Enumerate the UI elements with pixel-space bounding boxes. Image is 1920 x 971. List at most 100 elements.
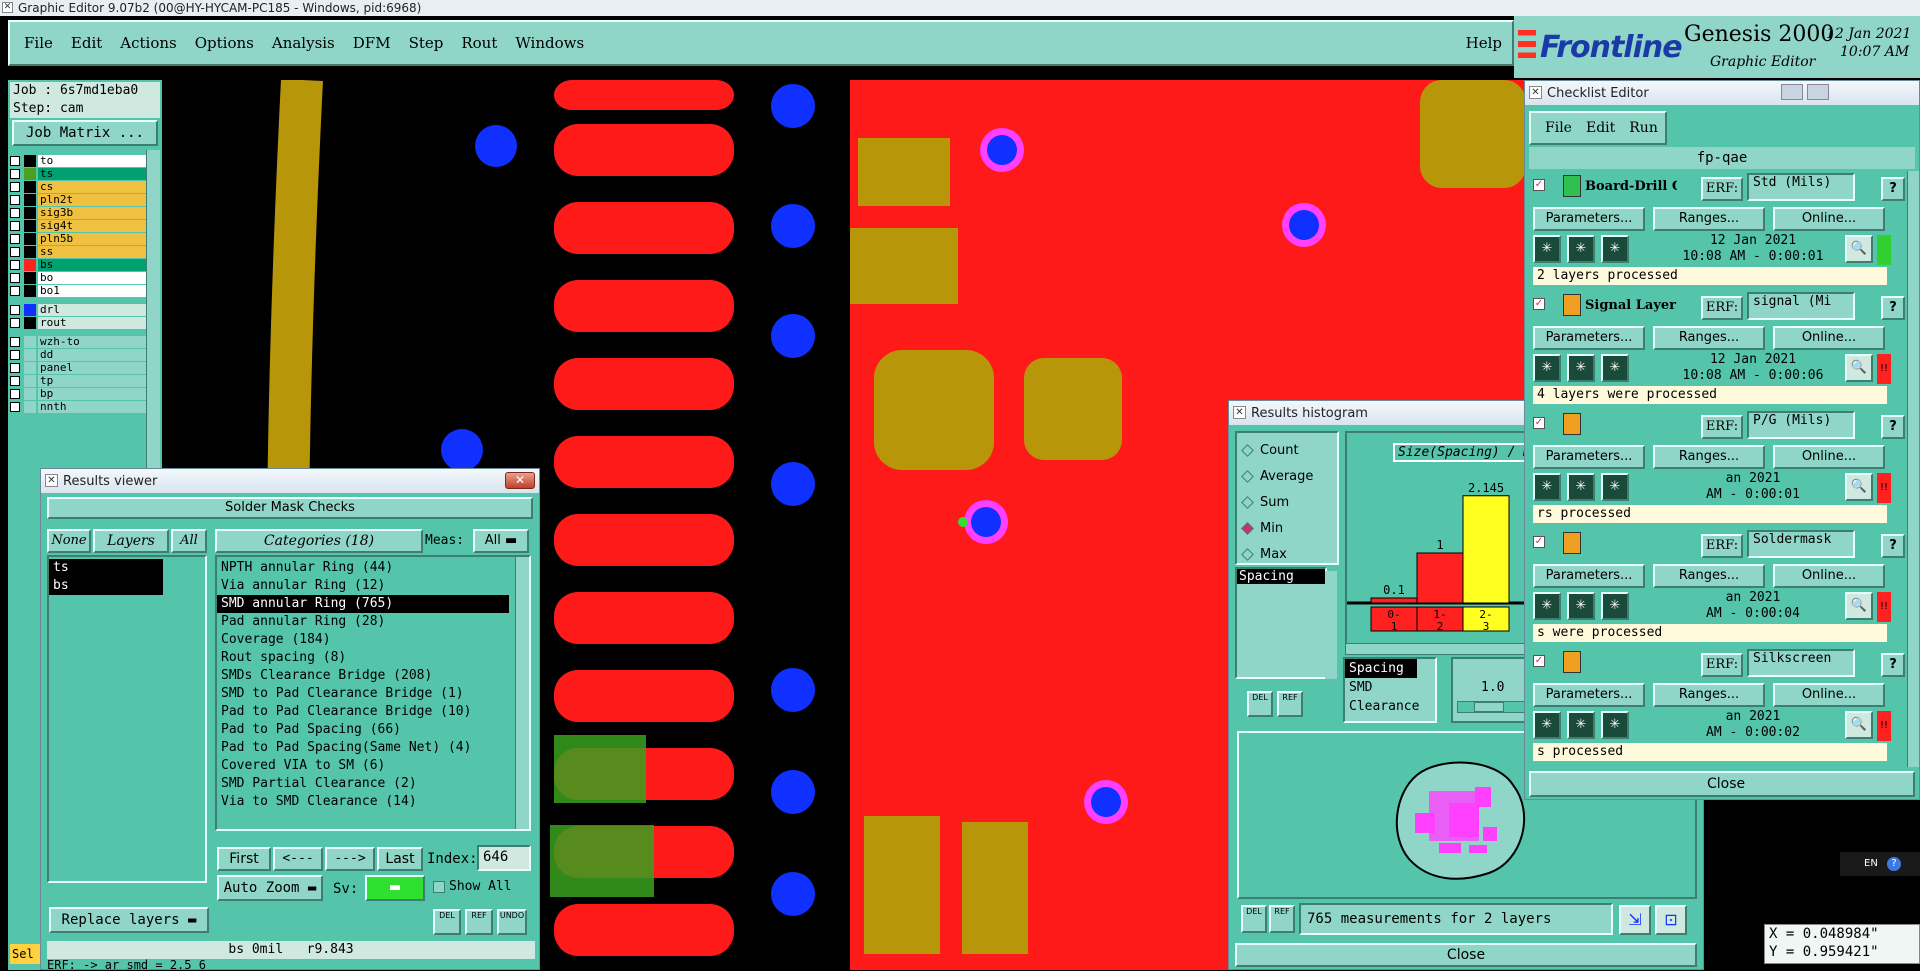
layer-name[interactable]: bo1 xyxy=(38,284,160,297)
run-icon[interactable]: ✳ xyxy=(1533,473,1561,501)
attribute-item[interactable]: SMD xyxy=(1345,678,1435,697)
run-icon[interactable]: ✳ xyxy=(1601,235,1629,263)
run-icon[interactable]: ✳ xyxy=(1601,711,1629,739)
category-item[interactable]: Via to SMD Clearance (14) xyxy=(217,793,529,811)
layer-name[interactable]: bs xyxy=(38,258,160,271)
prev-button[interactable]: <--- xyxy=(273,847,323,871)
layer-checkbox[interactable] xyxy=(10,375,20,386)
layer-name[interactable]: ts xyxy=(38,167,160,180)
category-item[interactable]: Pad to Pad Clearance Bridge (10) xyxy=(217,703,529,721)
category-item[interactable]: Covered VIA to SM (6) xyxy=(217,757,529,775)
layer-name[interactable]: pln2t xyxy=(38,193,160,206)
category-item[interactable]: SMDs Clearance Bridge (208) xyxy=(217,667,529,685)
layer-name[interactable]: sig4t xyxy=(38,219,160,232)
layer-row[interactable]: pln5b xyxy=(10,232,160,245)
mode-option[interactable]: Count xyxy=(1237,437,1337,463)
layer-row[interactable]: cs xyxy=(10,180,160,193)
erf-value[interactable]: signal (Mi xyxy=(1747,292,1855,320)
online-button[interactable]: Online... xyxy=(1773,683,1885,707)
none-button[interactable]: None xyxy=(47,529,91,553)
checklist-scrollbar[interactable] xyxy=(1907,171,1919,767)
layer-checkbox[interactable] xyxy=(10,401,20,412)
layer-checkbox[interactable] xyxy=(10,168,20,179)
layer-row[interactable]: bo xyxy=(10,271,160,284)
close-icon[interactable]: ✕ xyxy=(505,472,535,489)
run-icon[interactable]: ✳ xyxy=(1567,235,1595,263)
run-icon[interactable]: ✳ xyxy=(1567,354,1595,382)
attribute-list[interactable]: Spacing SMD Clearance xyxy=(1343,657,1437,723)
layer-name[interactable]: bp xyxy=(38,387,160,400)
layer-name[interactable]: tp xyxy=(38,374,160,387)
spacing-item[interactable]: Spacing xyxy=(1237,569,1325,584)
categories-scrollbar[interactable] xyxy=(515,557,529,829)
histogram-bar[interactable] xyxy=(1370,597,1418,604)
erf-button[interactable]: ERF: xyxy=(1701,177,1743,201)
layer-checkbox[interactable] xyxy=(10,220,20,231)
category-item[interactable]: Via annular Ring (12) xyxy=(217,577,529,595)
radio-diamond-icon[interactable] xyxy=(1241,547,1254,561)
erf-button[interactable]: ERF: xyxy=(1701,296,1743,320)
layer-color-swatch[interactable] xyxy=(24,154,36,167)
layer-result-item[interactable]: ts xyxy=(49,559,163,577)
layer-row[interactable]: pln2t xyxy=(10,193,160,206)
del-button[interactable]: DEL xyxy=(433,909,461,935)
layer-color-swatch[interactable] xyxy=(24,219,36,232)
menu-item-rout[interactable]: Rout xyxy=(461,34,497,52)
layer-checkbox[interactable] xyxy=(10,155,20,166)
layer-color-swatch[interactable] xyxy=(24,232,36,245)
run-icon[interactable]: ✳ xyxy=(1533,711,1561,739)
last-button[interactable]: Last xyxy=(377,847,423,871)
layer-color-swatch[interactable] xyxy=(24,374,36,387)
layer-name[interactable]: wzh-to xyxy=(38,335,160,348)
layer-checkbox[interactable] xyxy=(10,233,20,244)
layer-color-swatch[interactable] xyxy=(24,303,36,316)
category-item[interactable]: Pad to Pad Spacing(Same Net) (4) xyxy=(217,739,529,757)
menu-item-step[interactable]: Step xyxy=(409,34,444,52)
undo-button[interactable]: UNDO xyxy=(497,909,527,935)
layer-row[interactable]: bo1 xyxy=(10,284,160,297)
run-icon[interactable]: ✳ xyxy=(1601,473,1629,501)
spacing-scrollbar[interactable] xyxy=(1325,571,1337,679)
attribute-item[interactable]: Spacing xyxy=(1345,659,1417,678)
layer-checkbox[interactable] xyxy=(10,272,20,283)
layer-result-item[interactable]: bs xyxy=(49,577,163,595)
layer-color-swatch[interactable] xyxy=(24,387,36,400)
layer-color-swatch[interactable] xyxy=(24,180,36,193)
all-layers-button[interactable]: All xyxy=(171,529,207,553)
menu-item-windows[interactable]: Windows xyxy=(515,34,584,52)
layer-color-swatch[interactable] xyxy=(24,284,36,297)
layer-row[interactable]: wzh-to xyxy=(10,335,160,348)
parameters-button[interactable]: Parameters... xyxy=(1533,207,1645,231)
sel-label[interactable]: Sel xyxy=(10,944,40,964)
mode-option[interactable]: Min xyxy=(1237,515,1337,541)
action-name[interactable]: Signal Layer Ch xyxy=(1585,298,1677,313)
erf-value[interactable]: Soldermask xyxy=(1747,530,1855,558)
layer-row[interactable]: to xyxy=(10,154,160,167)
layer-checkbox[interactable] xyxy=(10,362,20,373)
ranges-button[interactable]: Ranges... xyxy=(1653,564,1765,588)
layer-row[interactable]: dd xyxy=(10,348,160,361)
replace-layers-dropdown[interactable]: Replace layers ▬ xyxy=(49,907,209,933)
layer-results-list[interactable]: ts bs xyxy=(47,555,207,883)
index-input[interactable]: 646 xyxy=(477,845,531,871)
mode-option[interactable]: Average xyxy=(1237,463,1337,489)
category-item[interactable]: NPTH annular Ring (44) xyxy=(217,559,529,577)
layer-row[interactable]: bs xyxy=(10,258,160,271)
action-check-icon[interactable]: ✓ xyxy=(1533,655,1545,667)
layer-checkbox[interactable] xyxy=(10,181,20,192)
checklist-menu-edit[interactable]: Edit xyxy=(1586,120,1615,136)
ref-button[interactable]: REF xyxy=(465,909,493,935)
parameters-button[interactable]: Parameters... xyxy=(1533,564,1645,588)
layer-name[interactable]: rout xyxy=(38,316,160,329)
action-help-button[interactable]: ? xyxy=(1881,534,1905,558)
ranges-button[interactable]: Ranges... xyxy=(1653,445,1765,469)
layers-button[interactable]: Layers xyxy=(93,529,169,553)
layer-name[interactable]: bo xyxy=(38,271,160,284)
checklist-menu-run[interactable]: Run xyxy=(1629,120,1658,136)
category-item[interactable]: Pad to Pad Spacing (66) xyxy=(217,721,529,739)
layer-row[interactable]: ss xyxy=(10,245,160,258)
online-button[interactable]: Online... xyxy=(1773,326,1885,350)
layer-checkbox[interactable] xyxy=(10,246,20,257)
layer-color-swatch[interactable] xyxy=(24,316,36,329)
layer-name[interactable]: nnth xyxy=(38,400,160,413)
